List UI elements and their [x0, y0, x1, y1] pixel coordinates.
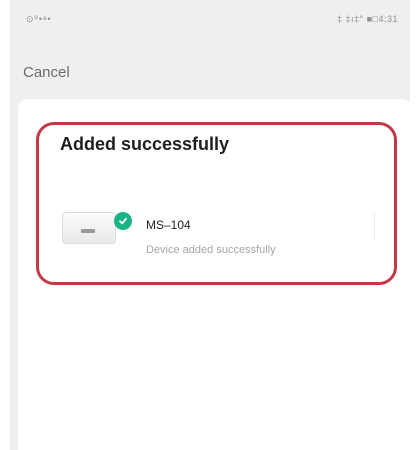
- check-circle-icon: [114, 212, 132, 230]
- device-status: Device added successfully: [146, 244, 276, 256]
- status-bar: ⊙º•ᵃ• ‡ ‡ı‡° ■□4:31: [10, 0, 410, 34]
- device-name: MS–104: [146, 218, 191, 232]
- device-icon: [62, 208, 132, 244]
- device-list-item[interactable]: MS–104 Device added successfully: [56, 196, 376, 266]
- status-bar-right: ‡ ‡ı‡° ■□4:31: [336, 14, 398, 24]
- status-bar-left: ⊙º•ᵃ•: [26, 14, 52, 24]
- device-body: [62, 212, 116, 244]
- row-divider: [374, 212, 375, 240]
- success-title: Added successfully: [60, 134, 230, 154]
- device-slot: [81, 229, 95, 233]
- cancel-button[interactable]: Cancel: [23, 64, 70, 81]
